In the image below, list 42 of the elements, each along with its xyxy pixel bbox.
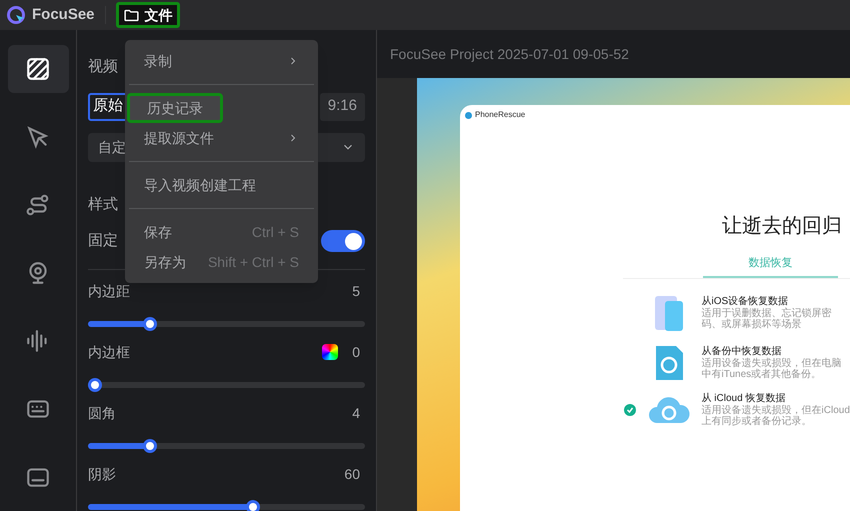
tool-tab[interactable]	[8, 45, 68, 93]
setting-value: 4	[352, 404, 361, 422]
setting-label: 固定	[88, 231, 118, 251]
setting-label: 内边框	[88, 342, 130, 362]
window-title: PhoneRescue	[475, 109, 526, 121]
menu-item[interactable]: 历史记录	[127, 93, 223, 123]
slider-thumb[interactable]	[246, 500, 260, 511]
section-label: 视频	[88, 57, 118, 77]
setting-label: 内边距	[88, 282, 130, 300]
cloud-icon	[646, 394, 691, 424]
setting-value: 0	[352, 342, 361, 362]
option-title: 从iOS设备恢复数据	[702, 296, 790, 308]
check-icon	[624, 404, 636, 416]
app-name: FocuSee	[32, 4, 95, 25]
color-picker-swatch[interactable]	[322, 344, 338, 360]
heading: 让逝去的回归	[721, 214, 843, 239]
option-title: 从 iCloud 恢复数据	[702, 392, 786, 404]
setting-value: 60	[344, 464, 361, 484]
setting-value: 5	[352, 282, 361, 300]
stripes-icon	[25, 56, 51, 82]
menu-item[interactable]: 导入视频创建工程	[127, 170, 316, 200]
app-icon	[465, 112, 472, 118]
file-menu-button[interactable]: 文件	[116, 2, 180, 28]
project-title: FocuSee Project 2025-07-01 09-05-52	[389, 44, 630, 64]
tab[interactable]: 数据恢复	[703, 255, 838, 278]
slider-thumb[interactable]	[143, 438, 158, 452]
option-description: 适用设备遗失或损毁，但在电脑中有iTunes或者其他备份。	[702, 358, 843, 380]
aspect-option[interactable]: 9:16	[320, 92, 365, 120]
option-description: 适用设备遗失或损毁，但在iCloud上有同步或者备份记录。	[702, 404, 850, 426]
app-logo-icon	[6, 5, 26, 25]
menu-item[interactable]: 提取源文件	[127, 123, 316, 153]
cursor-icon	[25, 124, 51, 150]
section-label: 样式	[88, 194, 118, 214]
option-title: 从备份中恢复数据	[702, 346, 783, 358]
path-icon	[25, 192, 51, 218]
option-description: 适用于误删数据、忘记锁屏密码、或屏幕损坏等场景	[702, 308, 833, 330]
slider-thumb[interactable]	[143, 316, 158, 330]
toggle-switch[interactable]	[321, 230, 365, 252]
menu-item[interactable]: 录制	[127, 46, 316, 76]
slider-thumb[interactable]	[88, 378, 102, 392]
setting-label: 阴影	[88, 464, 116, 484]
setting-label: 圆角	[88, 404, 116, 422]
